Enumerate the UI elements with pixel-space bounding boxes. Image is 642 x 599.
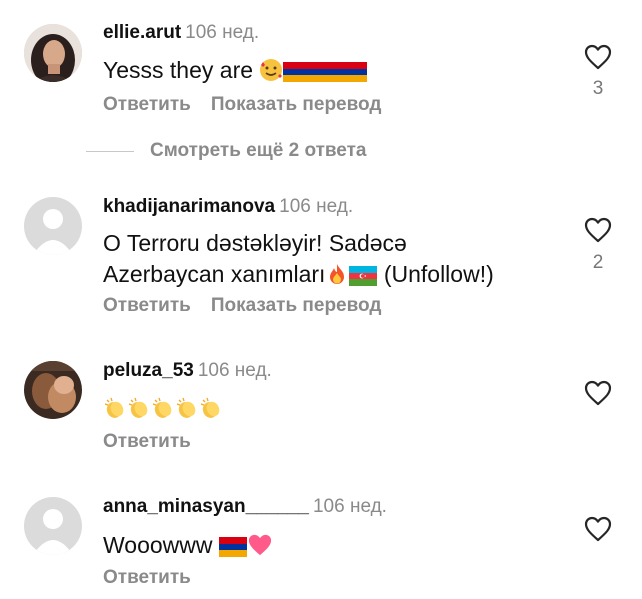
username[interactable]: ellie.arut — [103, 22, 181, 43]
avatar[interactable] — [24, 24, 82, 82]
clapping-hands-emoji — [151, 396, 175, 428]
like-count: 3 — [592, 78, 604, 99]
reply-button[interactable]: Ответить — [103, 295, 191, 316]
comment-text: Yesss they are — [103, 55, 368, 90]
comment-header: ellie.arut 106 нед. — [103, 22, 259, 44]
timestamp: 106 нед. — [279, 196, 354, 217]
comment-header: peluza_53 106 нед. — [103, 360, 272, 382]
comment-text-content: Wooowww — [103, 532, 213, 558]
timestamp: 106 нед. — [197, 360, 272, 381]
flag-armenia-emoji — [283, 59, 312, 90]
show-translation-button[interactable]: Показать перевод — [211, 295, 382, 316]
heart-outline-icon[interactable] — [584, 516, 612, 542]
comment-text-content: (Unfollow!) — [383, 261, 494, 287]
clapping-hands-emoji — [199, 396, 223, 428]
view-more-replies[interactable]: Смотреть ещё 2 ответа — [86, 139, 367, 163]
heart-outline-icon[interactable] — [584, 380, 612, 406]
flag-armenia-emoji — [311, 59, 340, 90]
flag-azerbaijan-emoji — [349, 263, 378, 294]
comment-text-line: Azerbaycan xanımları (Unfollow!) — [103, 259, 494, 294]
clapping-hands-emoji — [103, 396, 127, 428]
pink-heart-emoji — [247, 533, 273, 565]
timestamp: 106 нед. — [185, 22, 260, 43]
comment-actions: Ответить Показать перевод — [103, 94, 401, 116]
avatar[interactable] — [24, 497, 82, 555]
comment-text-content: Yesss they are — [103, 57, 254, 83]
divider — [86, 150, 134, 152]
avatar[interactable] — [24, 197, 82, 255]
view-more-replies-label[interactable]: Смотреть ещё 2 ответа — [150, 140, 367, 162]
comment-text-content: Azerbaycan xanımları — [103, 261, 326, 287]
comment-header: anna_minasyan______ 106 нед. — [103, 496, 387, 518]
like-count: 2 — [592, 252, 604, 273]
flag-armenia-emoji — [339, 59, 368, 90]
username[interactable]: khadijanarimanova — [103, 196, 275, 217]
fire-emoji — [325, 262, 349, 294]
smiling-face-with-hearts-emoji — [259, 58, 283, 90]
timestamp: 106 нед. — [312, 496, 387, 517]
reply-button[interactable]: Ответить — [103, 94, 191, 115]
username[interactable]: peluza_53 — [103, 360, 194, 381]
username[interactable]: anna_minasyan______ — [103, 496, 309, 517]
show-translation-button[interactable]: Показать перевод — [211, 94, 382, 115]
comment-text: Wooowww — [103, 530, 273, 565]
comment-header: khadijanarimanova 106 нед. — [103, 196, 353, 218]
reply-button[interactable]: Ответить — [103, 567, 191, 588]
reply-button[interactable]: Ответить — [103, 431, 191, 452]
comment-text-line: O Terroru dəstəkləyir! Sadəcə — [103, 230, 407, 256]
clapping-hands-emoji — [127, 396, 151, 428]
comment-actions: Ответить Показать перевод — [103, 295, 401, 317]
comment-text: O Terroru dəstəkləyir! Sadəcə Azerbaycan… — [103, 228, 494, 294]
heart-outline-icon[interactable] — [584, 44, 612, 70]
flag-armenia-emoji — [218, 534, 247, 565]
comment-actions: Ответить — [103, 431, 211, 453]
avatar[interactable] — [24, 361, 82, 419]
heart-outline-icon[interactable] — [584, 217, 612, 243]
comment-actions: Ответить — [103, 567, 211, 589]
clapping-hands-emoji — [175, 396, 199, 428]
comment-text — [103, 393, 223, 428]
